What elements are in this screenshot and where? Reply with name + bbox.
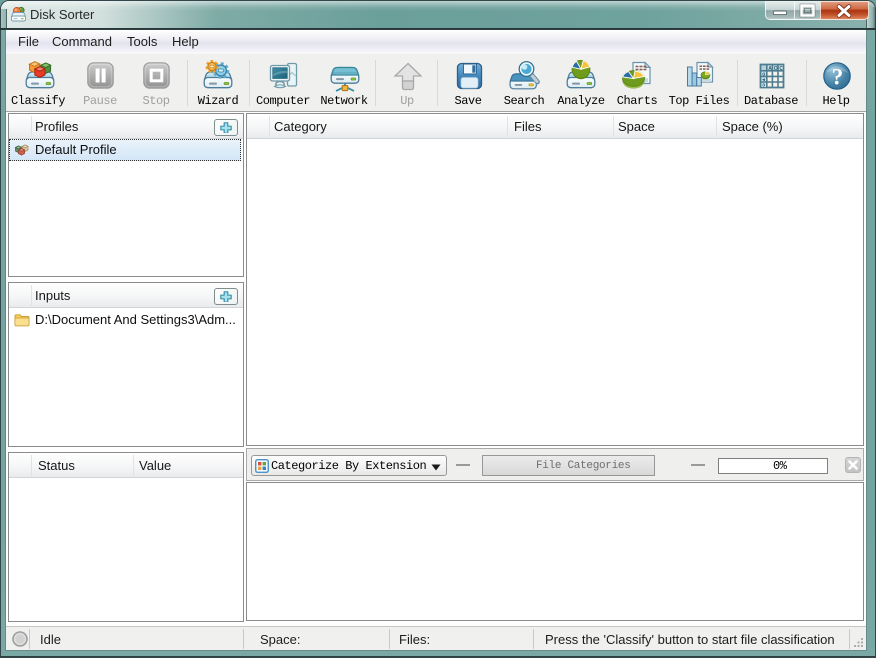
svg-text:э: э (762, 83, 765, 89)
svg-text:C: C (779, 66, 783, 72)
svg-text:O: O (774, 66, 778, 72)
svg-text:?: ? (832, 65, 844, 90)
svg-text:A: A (768, 66, 772, 72)
